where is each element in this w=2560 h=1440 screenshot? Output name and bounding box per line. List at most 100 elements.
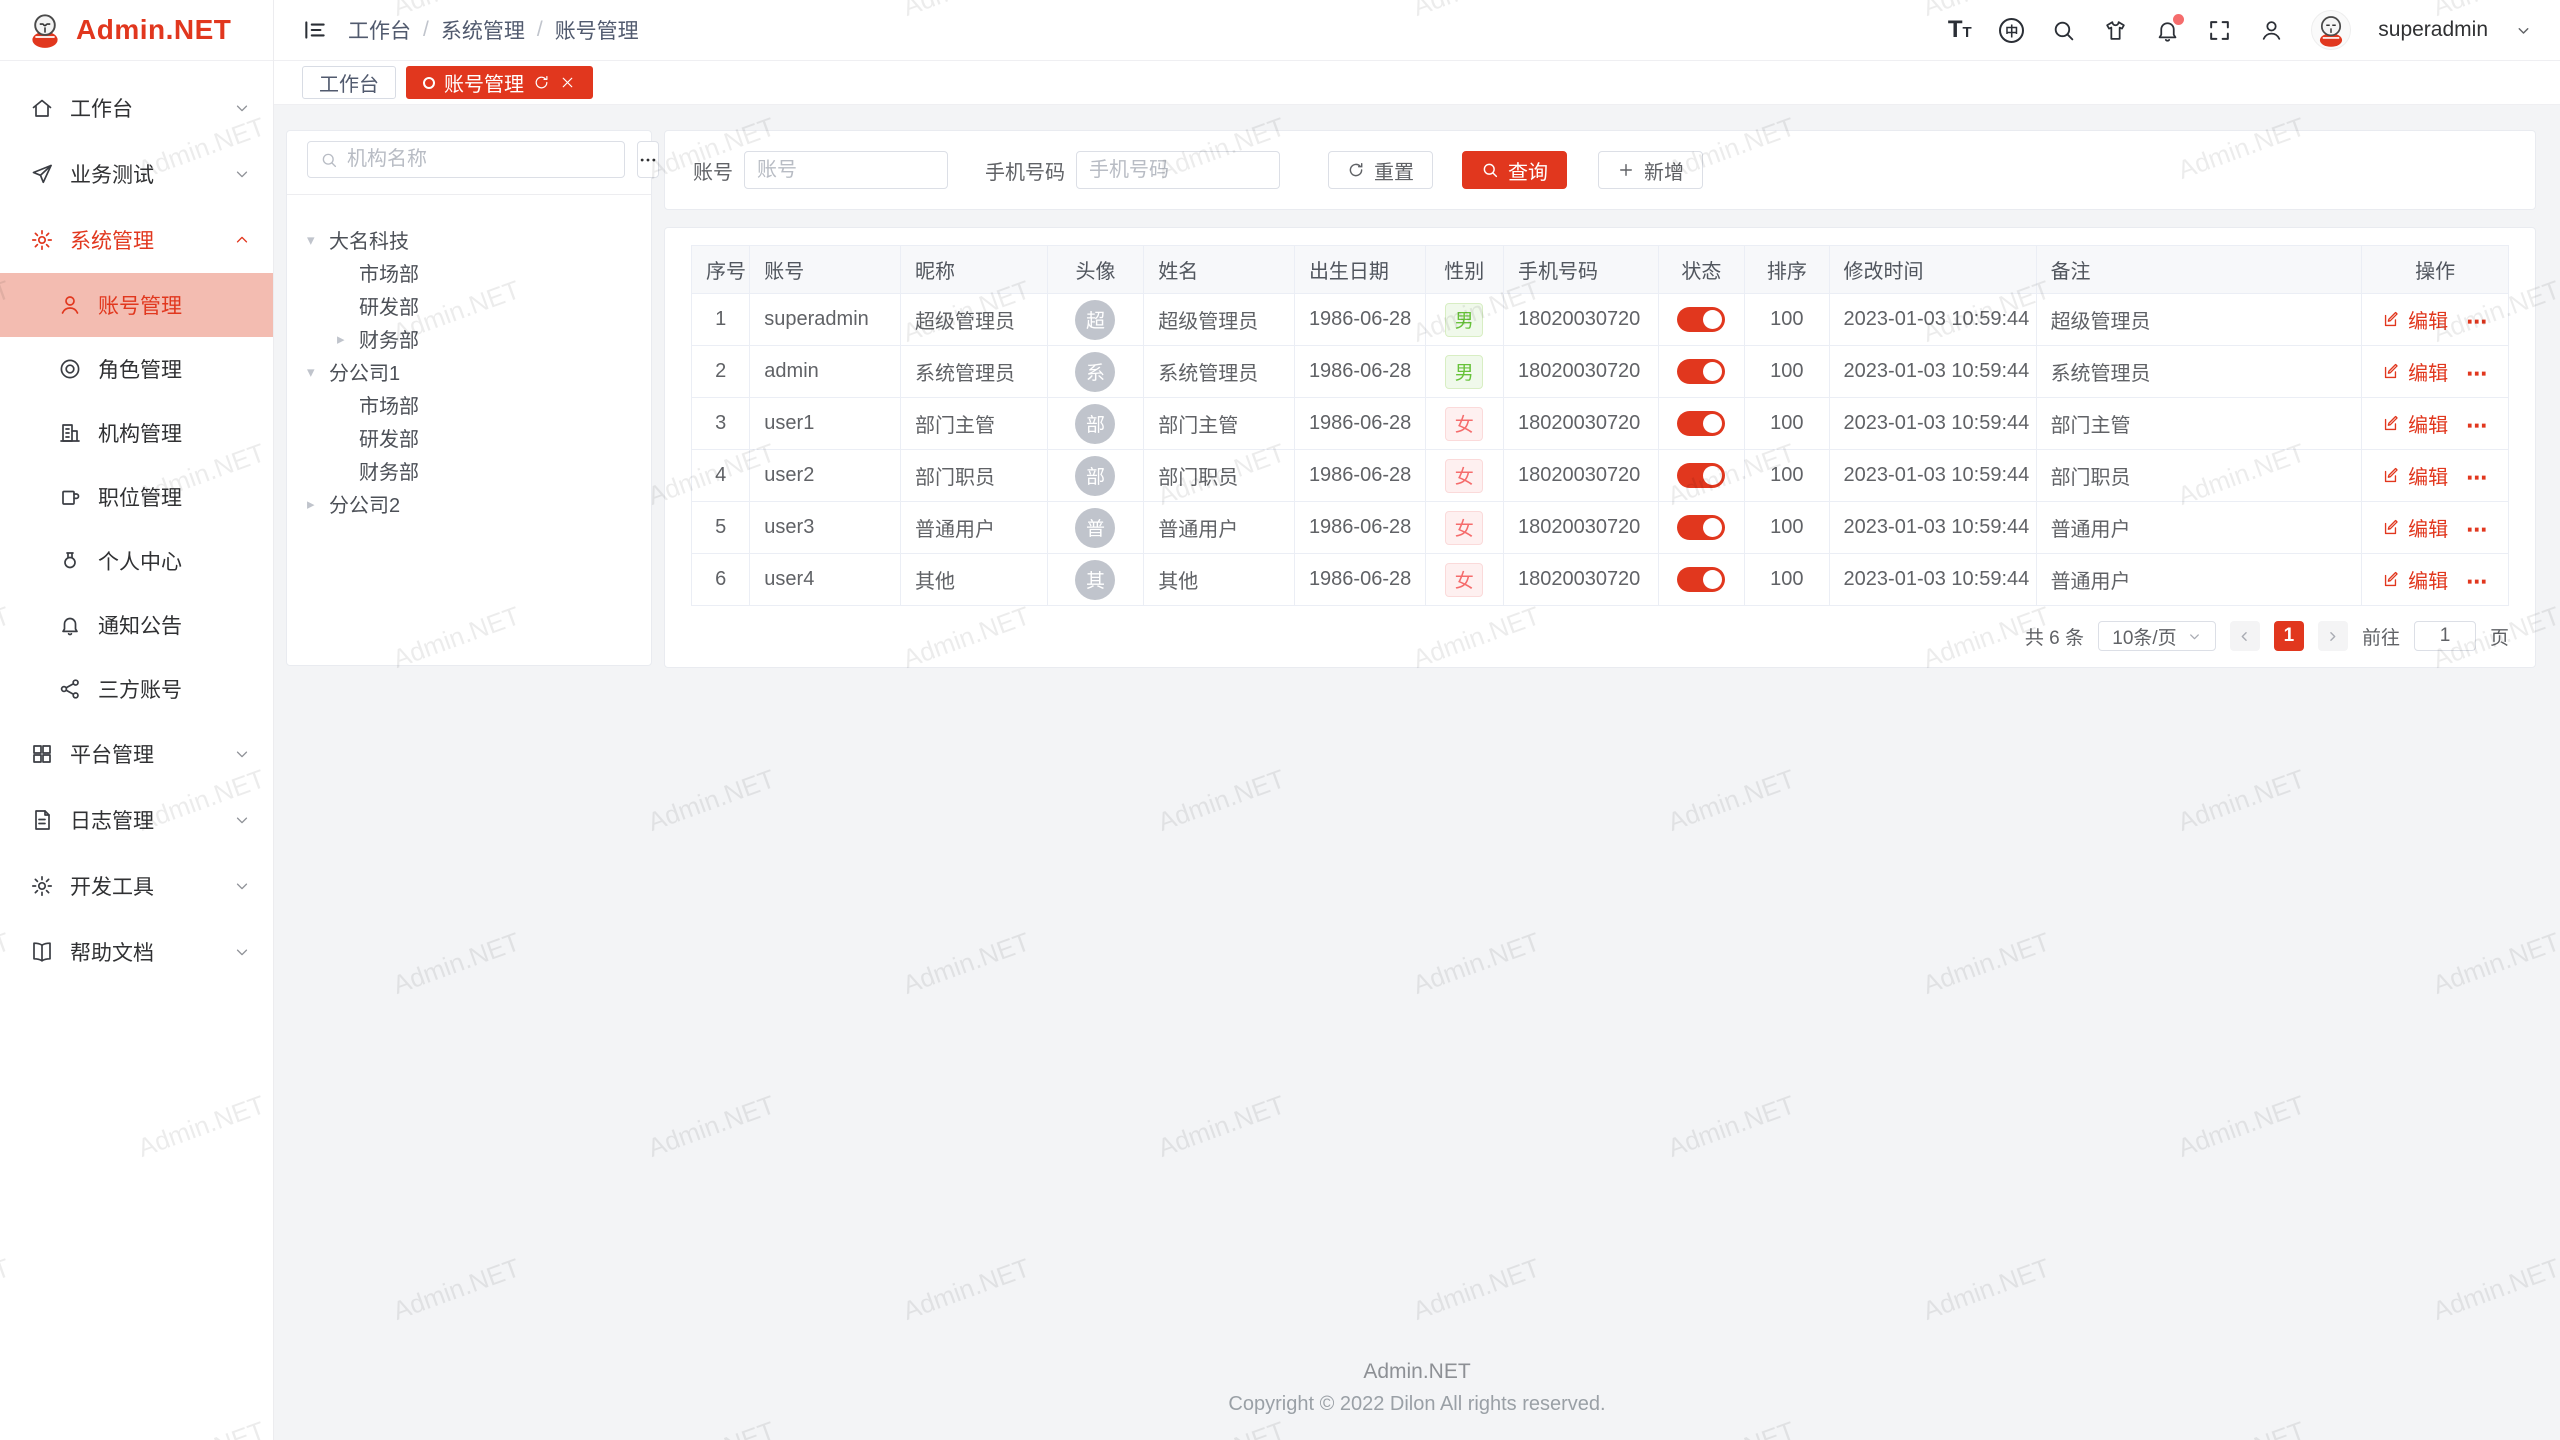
chevron-down-icon[interactable] (2515, 22, 2532, 39)
breadcrumb-separator: / (423, 18, 429, 42)
status-toggle[interactable] (1677, 463, 1725, 488)
sidebar-subitem[interactable]: 三方账号 (0, 657, 273, 721)
fullscreen-icon[interactable] (2207, 18, 2232, 43)
avatar: 普 (1075, 508, 1115, 548)
account-label: 账号 (693, 156, 733, 185)
app-logo[interactable]: Admin.NET (0, 0, 273, 61)
notification-bell-icon[interactable] (2155, 18, 2180, 43)
gender-badge: 女 (1445, 511, 1483, 545)
edit-button[interactable]: 编辑 (2382, 357, 2448, 386)
sidebar-item[interactable]: 帮助文档 (0, 919, 273, 985)
username[interactable]: superadmin (2378, 18, 2488, 42)
tree-node[interactable]: 市场部 (307, 256, 631, 289)
tree-node[interactable]: ▾大名科技 (307, 223, 631, 256)
edit-button[interactable]: 编辑 (2382, 409, 2448, 438)
breadcrumb-item[interactable]: 工作台 (348, 15, 411, 45)
status-toggle[interactable] (1677, 515, 1725, 540)
tab-close-icon[interactable] (559, 74, 576, 91)
org-search-input[interactable] (347, 148, 612, 171)
column-header: 操作 (2362, 246, 2509, 294)
goto-page-input[interactable] (2414, 621, 2476, 651)
prev-page-button[interactable] (2230, 621, 2260, 651)
sidebar-subitem[interactable]: 账号管理 (0, 273, 273, 337)
account-input[interactable] (757, 159, 935, 182)
tree-down-arrow-icon[interactable]: ▾ (307, 363, 329, 381)
breadcrumb-item[interactable]: 系统管理 (441, 15, 525, 45)
tree-node[interactable]: ▾分公司1 (307, 355, 631, 388)
org-more-button[interactable] (637, 141, 659, 178)
search-icon[interactable] (2051, 18, 2076, 43)
avatar: 部 (1075, 456, 1115, 496)
tab-refresh-icon[interactable] (533, 74, 550, 91)
language-icon[interactable]: 中 (1999, 18, 2024, 43)
collapse-menu-icon[interactable] (302, 17, 328, 43)
tree-node[interactable]: 研发部 (307, 421, 631, 454)
tree-down-arrow-icon[interactable]: ▾ (307, 231, 329, 249)
avatar: 其 (1075, 560, 1115, 600)
doc-icon (30, 940, 54, 964)
tree-node[interactable]: ▸财务部 (307, 322, 631, 355)
status-toggle[interactable] (1677, 567, 1725, 592)
table-row: 2admin系统管理员系系统管理员1986-06-28男180200307201… (692, 346, 2509, 398)
query-button[interactable]: 查询 (1462, 151, 1567, 189)
reset-button[interactable]: 重置 (1328, 151, 1433, 189)
user-icon (58, 293, 82, 317)
tree-node[interactable]: 市场部 (307, 388, 631, 421)
avatar[interactable] (2311, 10, 2351, 50)
table-header-row: 序号账号昵称头像姓名出生日期性别手机号码状态排序修改时间备注操作 (692, 246, 2509, 294)
sidebar: Admin.NET 工作台业务测试系统管理账号管理角色管理机构管理职位管理个人中… (0, 0, 274, 1440)
row-more-button[interactable]: ⋯ (2466, 415, 2488, 438)
gender-badge: 男 (1445, 303, 1483, 337)
tree-right-arrow-icon[interactable]: ▸ (337, 330, 359, 348)
content-area: ▾大名科技市场部研发部▸财务部▾分公司1市场部研发部财务部▸分公司2 账号 手机… (274, 105, 2560, 1346)
search-icon (1481, 161, 1499, 179)
account-field-box (744, 151, 948, 189)
row-more-button[interactable]: ⋯ (2466, 363, 2488, 386)
user-icon[interactable] (2259, 18, 2284, 43)
sidebar-subitem[interactable]: 职位管理 (0, 465, 273, 529)
edit-button[interactable]: 编辑 (2382, 513, 2448, 542)
column-header: 头像 (1047, 246, 1143, 294)
sidebar-subitem[interactable]: 机构管理 (0, 401, 273, 465)
grid-icon (30, 742, 54, 766)
add-button[interactable]: 新增 (1598, 151, 1703, 189)
sidebar-item[interactable]: 系统管理 (0, 207, 273, 273)
sidebar-item[interactable]: 平台管理 (0, 721, 273, 787)
status-toggle[interactable] (1677, 307, 1725, 332)
chevron-down-icon (2187, 629, 2202, 644)
sidebar-item[interactable]: 开发工具 (0, 853, 273, 919)
tab-item[interactable]: 工作台 (302, 66, 396, 99)
status-toggle[interactable] (1677, 359, 1725, 384)
phone-input[interactable] (1089, 159, 1267, 182)
tree-node[interactable]: 研发部 (307, 289, 631, 322)
page-number-button[interactable]: 1 (2274, 621, 2304, 651)
sidebar-item[interactable]: 业务测试 (0, 141, 273, 207)
row-more-button[interactable]: ⋯ (2466, 467, 2488, 490)
page-size-select[interactable]: 10条/页 (2098, 621, 2216, 651)
theme-icon[interactable] (2103, 18, 2128, 43)
goto-label: 前往 (2362, 623, 2400, 650)
row-more-button[interactable]: ⋯ (2466, 311, 2488, 334)
sidebar-subitem[interactable]: 角色管理 (0, 337, 273, 401)
breadcrumb-item[interactable]: 账号管理 (555, 15, 639, 45)
tree-node[interactable]: 财务部 (307, 454, 631, 487)
tab-active[interactable]: 账号管理 (406, 66, 593, 99)
tree-right-arrow-icon[interactable]: ▸ (307, 495, 329, 513)
sidebar-subitem[interactable]: 通知公告 (0, 593, 273, 657)
row-more-button[interactable]: ⋯ (2466, 519, 2488, 542)
sidebar-item[interactable]: 工作台 (0, 75, 273, 141)
sidebar-subitem[interactable]: 个人中心 (0, 529, 273, 593)
font-size-icon[interactable]: TT (1947, 18, 1972, 43)
sidebar-menu: 工作台业务测试系统管理账号管理角色管理机构管理职位管理个人中心通知公告三方账号平… (0, 61, 273, 985)
edit-button[interactable]: 编辑 (2382, 461, 2448, 490)
gender-badge: 女 (1445, 563, 1483, 597)
edit-button[interactable]: 编辑 (2382, 565, 2448, 594)
edit-button[interactable]: 编辑 (2382, 305, 2448, 334)
bell-icon (58, 613, 82, 637)
status-toggle[interactable] (1677, 411, 1725, 436)
row-more-button[interactable]: ⋯ (2466, 571, 2488, 594)
pagination-total: 共 6 条 (2025, 623, 2084, 650)
tree-node[interactable]: ▸分公司2 (307, 487, 631, 520)
next-page-button[interactable] (2318, 621, 2348, 651)
sidebar-item[interactable]: 日志管理 (0, 787, 273, 853)
